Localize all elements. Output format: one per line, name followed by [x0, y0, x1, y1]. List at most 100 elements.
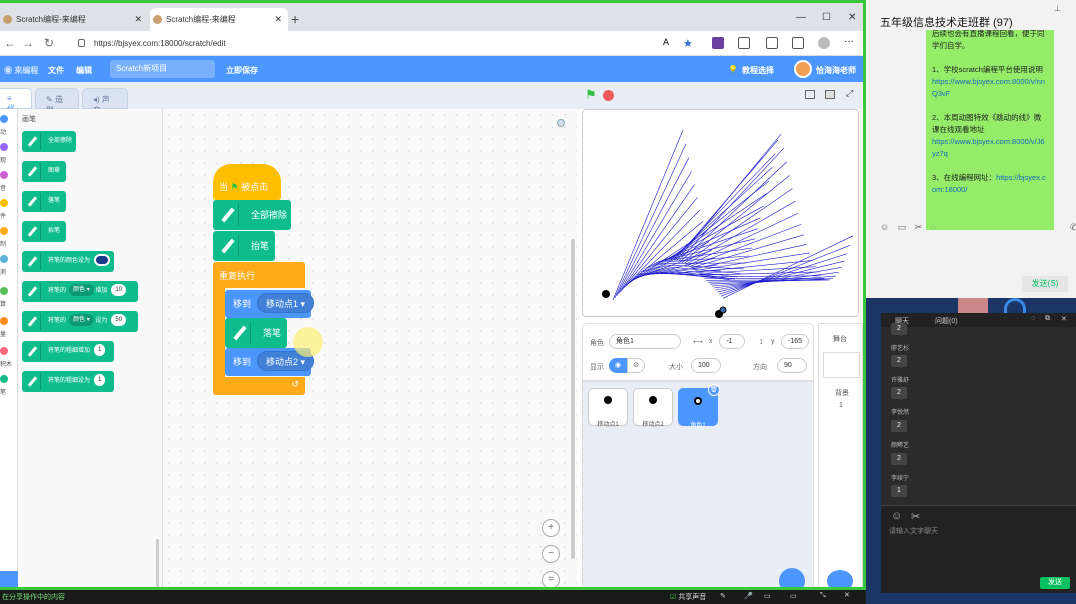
- folder-icon[interactable]: ▭: [898, 222, 907, 232]
- palette-block-stamp[interactable]: 图章: [22, 161, 66, 182]
- category-operators-icon[interactable]: [0, 287, 8, 295]
- url-field[interactable]: https://bjsyex.com:18000/scratch/edit: [72, 34, 702, 53]
- scissors-icon[interactable]: ✂: [915, 222, 923, 232]
- stage-canvas[interactable]: [582, 109, 859, 318]
- param-dropdown[interactable]: 颜色 ▾: [69, 284, 94, 297]
- green-flag-icon[interactable]: ⚑: [585, 87, 597, 103]
- category-sound-icon[interactable]: [0, 171, 8, 179]
- palette-block-set-pen-param[interactable]: 将笔的 颜色 ▾ 设为 50: [22, 311, 138, 332]
- category-motion-icon[interactable]: [0, 115, 8, 123]
- stage-pane[interactable]: 舞台 背景 1: [818, 323, 863, 587]
- goto-block-1[interactable]: 移到 移动点1 ▾: [225, 290, 315, 318]
- new-tab-icon[interactable]: +: [291, 11, 299, 27]
- small-stage-icon[interactable]: [805, 90, 815, 99]
- palette-block-change-pen-param[interactable]: 将笔的 颜色 ▾ 增加 10: [22, 281, 138, 302]
- chat-link[interactable]: https://www.bjsyex.com:8000/v/nnQ3vF: [932, 77, 1045, 98]
- forever-block[interactable]: 重复执行: [213, 262, 305, 288]
- scratch-logo-icon[interactable]: ◉ 来编程: [4, 65, 38, 76]
- mic-icon[interactable]: 🎤: [744, 592, 753, 600]
- avatar[interactable]: [794, 60, 812, 78]
- size-input[interactable]: 100: [691, 358, 721, 373]
- phone-icon[interactable]: ✆: [1070, 222, 1076, 233]
- large-stage-icon[interactable]: [825, 90, 835, 99]
- pen-tool-icon[interactable]: ✎: [720, 592, 726, 600]
- fullscreen-exit-icon[interactable]: ⤡: [820, 592, 826, 600]
- chat-bubble-icon[interactable]: ◌: [1031, 315, 1035, 322]
- number-input[interactable]: 10: [111, 284, 127, 297]
- when-flag-clicked-block[interactable]: 当 ⚑ 被点击: [213, 164, 281, 200]
- reload-icon[interactable]: ↻: [44, 36, 54, 50]
- send-button[interactable]: 发送(S): [1022, 276, 1068, 292]
- emoji-icon[interactable]: ☺: [891, 510, 902, 522]
- more-icon[interactable]: …: [844, 34, 856, 46]
- sprite-thumb[interactable]: 移动点1: [588, 388, 628, 428]
- palette-scrollbar[interactable]: [156, 539, 159, 587]
- scissors-icon[interactable]: ✂: [911, 510, 920, 523]
- palette-block-clear[interactable]: 全部擦除: [22, 131, 76, 152]
- chat-bubble-icon[interactable]: ◌: [931, 222, 936, 232]
- share-sound-toggle[interactable]: ☑ 共享声音: [670, 592, 706, 602]
- favorites-icon[interactable]: [766, 37, 778, 49]
- extensions-icon[interactable]: [738, 37, 750, 49]
- show-visible-icon[interactable]: ◉: [609, 358, 627, 373]
- menu-edit[interactable]: 编辑: [76, 65, 92, 76]
- delete-sprite-icon[interactable]: 🗑: [708, 384, 720, 396]
- project-title-input[interactable]: Scratch新项目: [110, 60, 215, 78]
- number-input[interactable]: 50: [111, 314, 127, 327]
- lightbulb-icon[interactable]: 💡: [728, 65, 738, 74]
- category-variables-icon[interactable]: [0, 317, 8, 325]
- live-send-button[interactable]: 发送: [1040, 577, 1070, 589]
- stop-icon[interactable]: [603, 90, 614, 101]
- browser-tab-1[interactable]: Scratch编程-来编程 ✕: [0, 8, 148, 31]
- tab-costumes[interactable]: ✎ 造型: [35, 88, 79, 115]
- collections-icon[interactable]: [792, 37, 804, 49]
- close-tab-icon[interactable]: ✕: [274, 14, 282, 25]
- palette-block-change-pen-size[interactable]: 将笔的粗细增加 1: [22, 341, 114, 362]
- category-looks-icon[interactable]: [0, 143, 8, 151]
- tab-sounds[interactable]: ◂) 声音: [82, 88, 128, 115]
- close-window-icon[interactable]: ✕: [848, 12, 856, 23]
- sprite-thumb-selected[interactable]: 角色1 🗑: [678, 384, 720, 429]
- category-sensing-icon[interactable]: [0, 255, 8, 263]
- tab-questions[interactable]: 问题(0): [935, 316, 958, 326]
- param-dropdown[interactable]: 颜色 ▾: [69, 314, 94, 327]
- sprite-move-point-1[interactable]: [602, 290, 610, 298]
- fullscreen-icon[interactable]: ⤢: [846, 88, 853, 99]
- category-myblocks-icon[interactable]: [0, 347, 8, 355]
- palette-block-pen-down[interactable]: 落笔: [22, 191, 66, 212]
- sprite-character-1[interactable]: [719, 306, 727, 314]
- popout-icon[interactable]: ⧉: [1045, 315, 1050, 323]
- close-icon[interactable]: ✕: [1061, 315, 1067, 323]
- profile-icon[interactable]: [818, 37, 830, 49]
- stage-thumbnail[interactable]: [823, 352, 860, 378]
- category-control-icon[interactable]: [0, 227, 8, 235]
- script-scrollbar[interactable]: [571, 239, 575, 559]
- sprite-name-input[interactable]: 角色1: [609, 334, 681, 349]
- minimize-icon[interactable]: —: [796, 12, 806, 23]
- zoom-in-icon[interactable]: +: [542, 519, 560, 537]
- add-extension-button[interactable]: [0, 571, 18, 587]
- palette-block-pen-up[interactable]: 抬笔: [22, 221, 66, 242]
- zoom-out-icon[interactable]: −: [542, 545, 560, 563]
- goto-target-dropdown[interactable]: 移动点1 ▾: [257, 293, 315, 313]
- direction-input[interactable]: 90: [777, 358, 807, 373]
- add-sprite-button[interactable]: [779, 568, 805, 587]
- read-aloud-icon[interactable]: A: [663, 37, 675, 49]
- y-input[interactable]: -165: [781, 334, 809, 349]
- category-pen-icon[interactable]: [0, 375, 8, 383]
- palette-block-set-pen-color[interactable]: 将笔的颜色设为: [22, 251, 114, 272]
- number-input[interactable]: 1: [94, 374, 106, 387]
- pin-icon[interactable]: ⊥: [1054, 4, 1061, 13]
- add-backdrop-button[interactable]: [827, 570, 853, 587]
- category-events-icon[interactable]: [0, 199, 8, 207]
- live-chat-input[interactable]: 请输入文字聊天: [889, 526, 938, 536]
- user-name[interactable]: 恰海海老师: [816, 65, 856, 76]
- extension-icon[interactable]: [712, 37, 724, 49]
- emoji-icon[interactable]: ☺: [880, 222, 889, 232]
- x-input[interactable]: -1: [719, 334, 745, 349]
- close-tab-icon[interactable]: ✕: [134, 14, 142, 25]
- forward-icon[interactable]: →: [22, 36, 34, 50]
- zoom-reset-icon[interactable]: =: [542, 571, 560, 587]
- menu-file[interactable]: 文件: [48, 65, 64, 76]
- back-icon[interactable]: ←: [4, 36, 16, 50]
